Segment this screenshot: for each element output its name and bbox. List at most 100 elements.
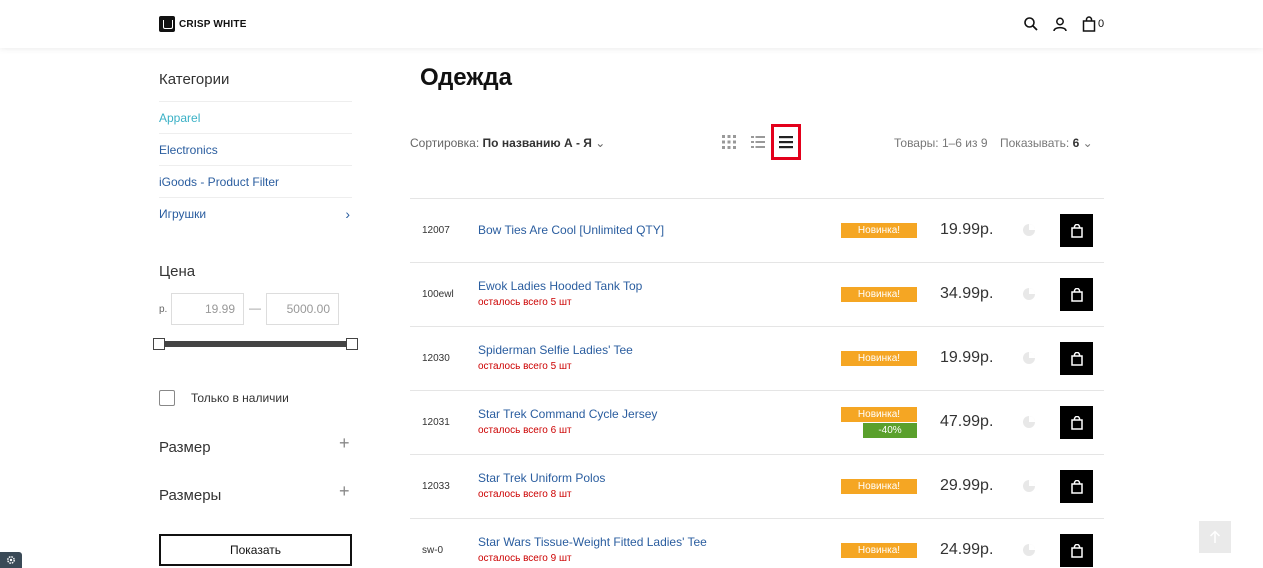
table-row: 100ewl Ewok Ladies Hooded Tank Top остал…: [410, 262, 1104, 326]
product-price: 47.99р.: [940, 413, 994, 430]
product-sku: 12007: [422, 225, 450, 236]
product-sku: 12033: [422, 481, 450, 492]
new-badge: Новинка!: [841, 223, 917, 238]
product-price: 24.99р.: [940, 541, 994, 558]
scroll-to-top-button[interactable]: [1199, 521, 1231, 553]
in-stock-checkbox[interactable]: [159, 390, 175, 406]
page-title: Одежда: [420, 64, 512, 91]
product-name-link[interactable]: Spiderman Selfie Ladies' Tee: [478, 343, 633, 357]
in-stock-label[interactable]: Только в наличии: [191, 391, 289, 405]
logo[interactable]: CRISP WHITE: [159, 16, 247, 32]
product-price: 34.99р.: [940, 285, 994, 302]
compare-icon[interactable]: [1022, 351, 1036, 365]
compare-icon[interactable]: [1022, 479, 1036, 493]
table-row: 12031 Star Trek Command Cycle Jersey ост…: [410, 390, 1104, 454]
product-name-link[interactable]: Ewok Ladies Hooded Tank Top: [478, 279, 642, 293]
product-price: 19.99р.: [940, 349, 994, 366]
category-item-apparel[interactable]: Apparel: [159, 101, 352, 133]
new-badge: Новинка!: [841, 351, 917, 366]
table-row: 12007 Bow Ties Are Cool [Unlimited QTY] …: [410, 198, 1104, 262]
shopping-bag-icon: [1070, 479, 1083, 494]
stock-warning: осталось всего 6 шт: [478, 425, 572, 436]
stock-warning: осталось всего 9 шт: [478, 553, 572, 564]
category-item-igoods[interactable]: iGoods - Product Filter: [159, 165, 352, 197]
category-label: iGoods - Product Filter: [159, 174, 280, 189]
add-to-cart-button[interactable]: [1060, 278, 1093, 311]
category-label: Игрушки: [159, 206, 207, 221]
filter-sizes-title[interactable]: Размеры: [159, 487, 221, 504]
compare-icon[interactable]: [1022, 543, 1036, 557]
price-min-input[interactable]: [171, 293, 244, 325]
product-name-link[interactable]: Star Trek Uniform Polos: [478, 471, 605, 485]
category-item-toys[interactable]: Игрушки ›: [159, 197, 352, 229]
price-max-input[interactable]: [266, 293, 339, 325]
table-row: sw-0 Star Wars Tissue-Weight Fitted Ladi…: [410, 518, 1104, 568]
compare-icon[interactable]: [1022, 287, 1036, 301]
sort-control[interactable]: Сортировка: По названию А - Я ⌄: [410, 136, 605, 150]
per-page-control[interactable]: Показывать: 6 ⌄: [1000, 136, 1093, 150]
arrow-up-icon: [1209, 530, 1221, 543]
price-slider-max-handle[interactable]: [346, 338, 358, 350]
chevron-down-icon[interactable]: ⌄: [1083, 136, 1093, 150]
plus-icon[interactable]: +: [339, 433, 350, 454]
product-sku: 12030: [422, 353, 450, 364]
list-view-button[interactable]: [744, 125, 772, 159]
plus-icon[interactable]: +: [339, 481, 350, 502]
add-to-cart-button[interactable]: [1060, 470, 1093, 503]
category-item-electronics[interactable]: Electronics: [159, 133, 352, 165]
stock-warning: осталось всего 8 шт: [478, 489, 572, 500]
table-row: 12033 Star Trek Uniform Polos осталось в…: [410, 454, 1104, 518]
per-page-label: Показывать:: [1000, 136, 1070, 150]
settings-button[interactable]: [0, 552, 22, 568]
shopping-bag-icon[interactable]: [1081, 16, 1097, 32]
price-title: Цена: [159, 263, 196, 280]
per-page-value[interactable]: 6: [1073, 136, 1080, 150]
product-price: 19.99р.: [940, 221, 994, 238]
chevron-down-icon[interactable]: ⌄: [595, 136, 605, 150]
site-header: CRISP WHITE 0: [0, 0, 1263, 48]
shopping-bag-icon: [1070, 287, 1083, 302]
stock-warning: осталось всего 5 шт: [478, 297, 572, 308]
grid-view-icon: [722, 135, 736, 149]
categories-title: Категории: [159, 71, 230, 88]
compare-icon[interactable]: [1022, 223, 1036, 237]
shopping-bag-icon: [1070, 351, 1083, 366]
shopping-bag-icon: [1070, 543, 1083, 558]
compare-icon[interactable]: [1022, 415, 1036, 429]
compact-list-view-button[interactable]: [771, 124, 801, 160]
product-counts: Товары: 1–6 из 9: [894, 136, 988, 150]
sort-value[interactable]: По названию А - Я: [483, 136, 592, 150]
discount-badge: -40%: [863, 423, 917, 438]
price-slider-min-handle[interactable]: [153, 338, 165, 350]
category-list: Apparel Electronics iGoods - Product Fil…: [159, 101, 352, 229]
search-icon[interactable]: [1023, 16, 1039, 32]
stock-warning: осталось всего 5 шт: [478, 361, 572, 372]
shopping-bag-icon: [1070, 223, 1083, 238]
add-to-cart-button[interactable]: [1060, 534, 1093, 567]
sort-label: Сортировка:: [410, 136, 480, 150]
product-name-link[interactable]: Star Wars Tissue-Weight Fitted Ladies' T…: [478, 535, 707, 549]
logo-text: CRISP WHITE: [179, 18, 247, 30]
list-view-icon: [751, 136, 765, 148]
add-to-cart-button[interactable]: [1060, 406, 1093, 439]
product-name-link[interactable]: Star Trek Command Cycle Jersey: [478, 407, 657, 421]
product-sku: sw-0: [422, 545, 444, 556]
product-name-link[interactable]: Bow Ties Are Cool [Unlimited QTY]: [478, 223, 664, 237]
price-currency: р.: [159, 304, 168, 315]
category-label: Electronics: [159, 142, 218, 157]
add-to-cart-button[interactable]: [1060, 214, 1093, 247]
show-button[interactable]: Показать: [159, 534, 352, 566]
category-label: Apparel: [159, 110, 201, 125]
grid-view-button[interactable]: [715, 125, 743, 159]
filter-size-title[interactable]: Размер: [159, 439, 211, 456]
shopping-bag-icon: [1070, 415, 1083, 430]
table-row: 12030 Spiderman Selfie Ladies' Tee остал…: [410, 326, 1104, 390]
add-to-cart-button[interactable]: [1060, 342, 1093, 375]
compact-list-view-icon: [779, 136, 793, 149]
price-slider-track[interactable]: [159, 341, 352, 347]
new-badge: Новинка!: [841, 407, 917, 422]
new-badge: Новинка!: [841, 543, 917, 558]
user-icon[interactable]: [1052, 16, 1068, 32]
chevron-right-icon[interactable]: ›: [345, 206, 350, 222]
cart-count: 0: [1098, 18, 1105, 30]
